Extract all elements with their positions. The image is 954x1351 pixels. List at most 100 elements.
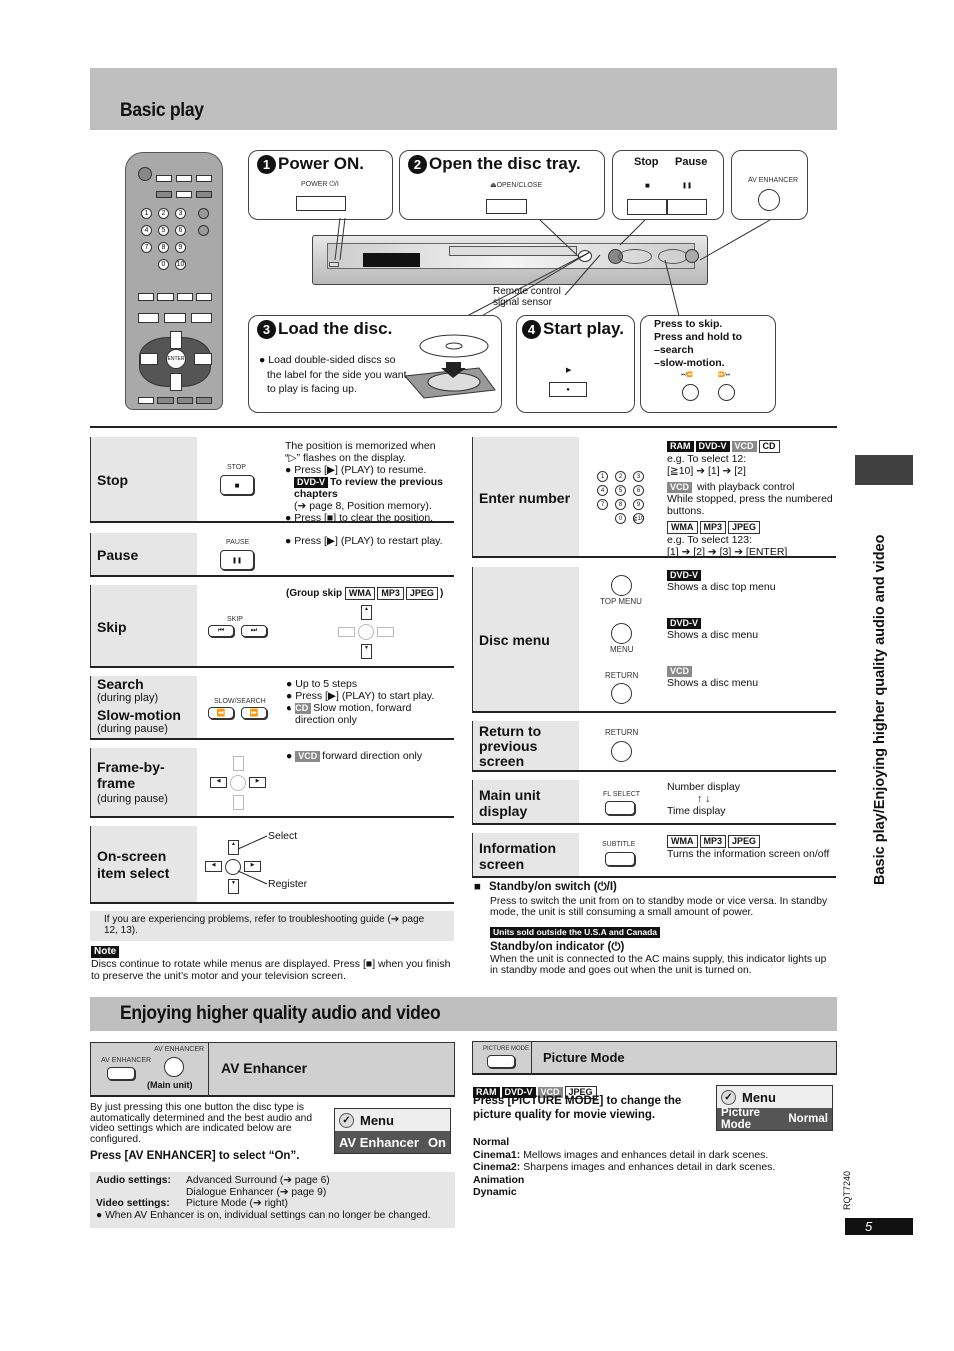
number-key[interactable]: 6 [633,485,644,496]
pause-button-label: PAUSE [226,539,250,546]
standby-indicator-text: When the unit is connected to the AC mai… [490,954,827,976]
picture-mode-option: Cinema1: Mellows images and enhances det… [473,1148,769,1161]
skip-note-line: –search [654,344,694,356]
enter-button[interactable] [358,624,374,640]
pointer-lines [237,835,268,885]
table-row-main-unit-display: Main unit display FL SELECT Number displ… [472,780,836,825]
return-label: RETURN [605,728,639,737]
picture-mode-option: Animation [473,1173,525,1186]
number-key[interactable]: 4 [597,485,608,496]
row-label: Main unit display [479,786,541,819]
note-label: Note [91,946,120,958]
menu-item: Picture Mode [721,1107,760,1131]
skip-note-line: Press to skip. [654,318,723,330]
av-enhancer-title: AV Enhancer [221,1060,308,1076]
table-row-search: Search (during play) Slow-motion (during… [90,676,454,740]
skip-back-button[interactable]: ⏮ [208,625,234,637]
check-icon: ✓ [339,1112,354,1128]
left-arrow-button[interactable]: ◀ [210,777,227,788]
av-enhancer-menu-screen: ✓ Menu AV Enhancer On [334,1108,451,1154]
fl-select-button[interactable] [605,801,635,815]
number-key[interactable]: ≧10 [633,513,644,524]
number-key[interactable]: 7 [597,499,608,510]
remote-av-enhancer-button[interactable] [107,1067,135,1080]
av-enhancer-label: AV ENHANCER [748,177,799,184]
skip-note-line: –slow-motion. [654,357,725,369]
pause-icon: ❚❚ [682,183,693,189]
note-text: Discs continue to rotate while menus are… [91,958,451,982]
row-label: Skip [97,618,127,635]
remote-control-illustration: 123 456 789 0 10 ENTER [125,152,223,410]
table-row-enter-number: Enter number 1 2 3 4 5 6 7 8 9 0 ≧10 RAM DVD-V VCD CD… [472,437,836,558]
top-menu-label: TOP MENU [600,597,642,606]
step-title: Start play. [543,319,624,338]
search-back-button[interactable]: ⏪ [208,707,234,719]
number-key[interactable]: 9 [633,499,644,510]
step-load-disc: 3 Load the disc. ● Load double-sided disc… [248,315,502,413]
search-description: ● Up to 5 steps ● Press [▶] (PLAY) to st… [286,678,435,726]
table-row-on-screen-select: On-screen item select ▲ ▼ ◀ ▶ Select Reg… [90,826,454,904]
search-forward-button[interactable]: ⏩ [241,707,267,719]
step-number: 4 [522,319,541,339]
number-key[interactable]: 1 [597,471,608,482]
down-arrow-button[interactable] [233,795,244,810]
left-arrow-button[interactable] [338,627,355,637]
picture-mode-button[interactable] [487,1055,515,1068]
stop-button-label: STOP [227,464,246,471]
number-keypad: 1 2 3 4 5 6 7 8 9 0 ≧10 [597,471,645,527]
troubleshooting-note: If you are experiencing problems, refer … [90,911,454,941]
return-button[interactable] [611,683,632,704]
menu-value: Normal [788,1113,828,1125]
return-button[interactable] [611,741,632,762]
skip-back-button[interactable] [682,384,699,401]
number-key[interactable]: 2 [615,471,626,482]
av-enhancer-text: By just pressing this one button the dis… [90,1102,313,1145]
skip-note-line: Press and hold to [654,331,743,343]
pause-button[interactable]: ❚❚ [220,550,254,570]
fl-select-label: FL SELECT [603,791,641,798]
top-menu-button[interactable] [611,575,632,596]
down-arrow-button[interactable]: ▼ [361,644,372,659]
menu-title: Menu [360,1112,394,1128]
row-label: Frame-by-frame [97,759,165,791]
picture-mode-option: Cinema2: Sharpens images and enhances de… [473,1161,776,1174]
table-row-skip: Skip SKIP ⏮ ⏭ (Group skip WMA MP3 JPEG) ▲ … [90,585,454,668]
number-key[interactable]: 0 [615,513,626,524]
standby-switch-text: Press to switch the unit from on to stan… [490,896,828,918]
disc-tray-illustration [403,334,496,399]
main-unit-description: Number display ↑ ↓ Time display [667,781,740,817]
unit-av-enhancer-button[interactable] [164,1057,184,1077]
callout-lines [334,217,771,321]
number-key[interactable]: 8 [615,499,626,510]
enter-button[interactable] [230,775,246,791]
power-button-label: POWER ⏻/I [301,181,339,188]
pause-description: ● Press [▶] (PLAY) to restart play. [285,535,443,547]
menu-item: AV Enhancer [339,1134,419,1150]
menu-button[interactable] [611,623,632,644]
picture-mode-title: Picture Mode [543,1050,625,1065]
check-icon: ✓ [721,1089,736,1105]
up-arrow-button[interactable]: ▲ [361,605,372,620]
subtitle-button[interactable] [605,852,635,866]
section-title: Enjoying higher quality audio and video [120,1003,441,1024]
number-key[interactable]: 3 [633,471,644,482]
right-arrow-button[interactable] [377,627,394,637]
play-button[interactable]: ● [549,382,587,397]
row-label: Pause [97,547,139,563]
menu-title: Menu [742,1089,776,1105]
unit-av-enhancer-label: AV ENHANCER [154,1046,205,1053]
frame-description: ● VCD forward direction only [286,750,423,762]
section-title: Basic play [120,100,204,121]
up-arrow-button[interactable] [233,756,244,771]
standby-switch-title: Standby/on switch (⏻/I) [488,881,617,893]
row-label: Enter number [479,489,571,506]
right-arrow-button[interactable]: ▶ [249,777,266,788]
stop-button[interactable]: ■ [220,475,254,495]
number-key[interactable]: 5 [615,485,626,496]
disc-menu-item: DVD-V Shows a disc top menu [667,570,776,593]
menu-value: On [427,1134,446,1150]
left-arrow-button[interactable]: ◀ [205,861,222,872]
open-close-label: ⏏OPEN/CLOSE [490,182,543,189]
skip-forward-button[interactable]: ⏭ [241,625,267,637]
skip-forward-button[interactable] [718,384,735,401]
